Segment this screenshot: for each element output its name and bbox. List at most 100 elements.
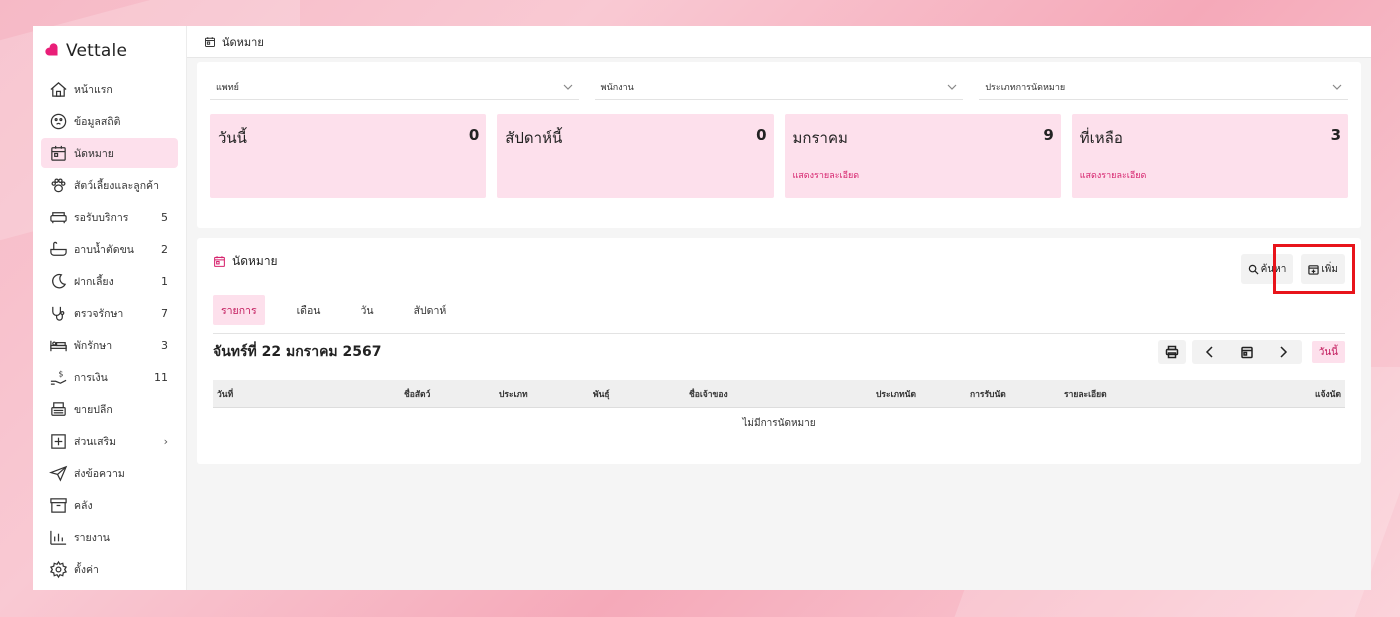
show-details-link[interactable]: แสดงรายละเอียด [1080, 168, 1341, 182]
sidebar-item-count: 7 [161, 306, 168, 320]
page-title: นัดหมาย [222, 35, 264, 49]
sidebar-item-13[interactable]: คลัง [41, 490, 178, 520]
sidebar-item-8[interactable]: พักรักษา 3 [41, 330, 178, 360]
register-icon [48, 399, 68, 419]
panel-title: นัดหมาย [213, 252, 1345, 271]
svg-text:$: $ [58, 369, 63, 378]
app-window: Vettale หน้าแรก ข้อมูลสถิติ นัดหมาย สัตว์เล… [33, 26, 1371, 590]
today-button[interactable]: วันนี้ [1311, 341, 1345, 363]
sidebar-item-label: รอรับบริการ [74, 211, 129, 224]
chart-icon [48, 527, 68, 547]
sidebar-item-3[interactable]: สัตว์เลี้ยงและลูกค้า [41, 170, 178, 200]
tab-day[interactable]: วัน [353, 295, 382, 325]
plus-box-icon [48, 431, 68, 451]
sidebar-item-1[interactable]: ข้อมูลสถิติ [41, 106, 178, 136]
sidebar-item-count: 11 [154, 370, 168, 384]
col-date[interactable]: วันที่ [217, 387, 233, 401]
sidebar-item-6[interactable]: ฝากเลี้ยง 1 [41, 266, 178, 296]
chevron-down-icon [563, 82, 573, 92]
sidebar-item-7[interactable]: ตรวจรักษา 7 [41, 298, 178, 328]
calendar-icon[interactable] [1240, 345, 1254, 359]
sidebar-item-label: ฝากเลี้ยง [74, 275, 114, 288]
sidebar-item-10[interactable]: ขายปลีก [41, 394, 178, 424]
appointment-type-select[interactable]: ประเภทการนัดหมาย [979, 74, 1349, 100]
col-type[interactable]: ประเภท [499, 387, 528, 401]
appointments-panel: นัดหมาย ค้นหา เพิ่ม รายการ เดือน วัน สัป… [197, 238, 1361, 464]
col-pet-name[interactable]: ชื่อสัตว์ [404, 387, 430, 401]
sidebar-item-label: นัดหมาย [74, 147, 114, 160]
sidebar-item-label: พักรักษา [74, 339, 113, 352]
sidebar-item-0[interactable]: หน้าแรก [41, 74, 178, 104]
sidebar-item-count: 3 [161, 338, 168, 352]
sidebar-item-count: 5 [161, 210, 168, 224]
show-details-link[interactable]: แสดงรายละเอียด [793, 168, 1054, 182]
sidebar-item-label: ตรวจรักษา [74, 307, 124, 320]
col-owner[interactable]: ชื่อเจ้าของ [689, 387, 728, 401]
sidebar-item-14[interactable]: รายงาน [41, 522, 178, 552]
calendar-icon [205, 36, 215, 47]
bathtub-icon [48, 239, 68, 259]
col-breed[interactable]: พันธุ์ [593, 387, 610, 401]
stat-card-week: สัปดาห์นี้ 0 [497, 114, 774, 198]
sidebar-item-12[interactable]: ส่งข้อความ [41, 458, 178, 488]
date-navigation [1191, 340, 1302, 364]
sidebar-item-label: ตั้งค่า [74, 563, 99, 576]
bed-icon [48, 335, 68, 355]
moon-icon [48, 271, 68, 291]
sidebar-item-label: สัตว์เลี้ยงและลูกค้า [74, 179, 159, 192]
doctor-select[interactable]: แพทย์ [210, 74, 579, 100]
sidebar: Vettale หน้าแรกข้อมูลสถิตินัดหมายสัตว์เล… [33, 26, 187, 590]
gear-icon [48, 559, 68, 579]
col-notify[interactable]: แจ้งนัด [1315, 387, 1341, 401]
brand-name: Vettale [66, 41, 128, 61]
brand[interactable]: Vettale [33, 38, 186, 64]
chevron-down-icon [1332, 82, 1342, 92]
sidebar-item-count: 2 [161, 242, 168, 256]
stat-value: 9 [1043, 126, 1054, 144]
sidebar-item-9[interactable]: $ การเงิน 11 [41, 362, 178, 392]
print-button[interactable] [1157, 340, 1186, 364]
filter-panel: แพทย์ พนักงาน ประเภทการนัดหมาย วันนี้0 [197, 62, 1361, 228]
sidebar-item-11[interactable]: ส่วนเสริม › [41, 426, 178, 456]
sidebar-item-5[interactable]: อาบน้ำตัดขน 2 [41, 234, 178, 264]
chevron-left-icon[interactable] [1203, 345, 1217, 359]
stat-value: 0 [756, 126, 767, 144]
heart-logo-icon [45, 43, 58, 56]
stat-card-today: วันนี้ 0 [210, 114, 487, 198]
chevron-right-icon[interactable] [1276, 345, 1290, 359]
main-area: นัดหมาย แพทย์ พนักงาน ประเภทการนัดหมาย ว… [187, 26, 1371, 590]
appointments-table: วันที่ ชื่อสัตว์ ประเภท พันธุ์ ชื่อเจ้าข… [213, 380, 1345, 431]
stat-card-remaining: ที่เหลือ 3 แสดงรายละเอียด [1071, 114, 1348, 198]
calendar-icon [48, 143, 68, 163]
archive-icon [48, 495, 68, 515]
sidebar-item-label: การเงิน [74, 371, 108, 384]
staff-select[interactable]: พนักงาน [594, 74, 964, 100]
stat-value: 0 [468, 126, 480, 144]
sidebar-item-label: รายงาน [74, 531, 110, 544]
col-appointment-type[interactable]: ประเภทนัด [876, 387, 916, 401]
sidebar-item-label: ขายปลีก [74, 403, 113, 416]
sidebar-item-label: อาบน้ำตัดขน [74, 243, 134, 256]
tab-week[interactable]: สัปดาห์ [406, 295, 455, 325]
tab-list[interactable]: รายการ [213, 295, 265, 325]
stethoscope-icon [48, 303, 68, 323]
stats-icon [48, 111, 68, 131]
highlight-box [1273, 244, 1355, 294]
money-hand-icon: $ [48, 367, 68, 387]
calendar-icon [214, 256, 225, 267]
col-details[interactable]: รายละเอียด [1064, 387, 1107, 401]
search-icon [1248, 264, 1259, 275]
table-header: วันที่ ชื่อสัตว์ ประเภท พันธุ์ ชื่อเจ้าข… [213, 380, 1345, 408]
tab-month[interactable]: เดือน [289, 295, 329, 325]
sidebar-item-label: หน้าแรก [74, 83, 113, 96]
sidebar-item-label: คลัง [74, 499, 93, 512]
current-date-title: จันทร์ที่ 22 มกราคม 2567 [213, 344, 382, 360]
empty-state: ไม่มีการนัดหมาย [742, 418, 816, 429]
col-confirmation[interactable]: การรับนัด [970, 387, 1006, 401]
chevron-right-icon: › [163, 434, 168, 448]
sidebar-item-2[interactable]: นัดหมาย [41, 138, 178, 168]
stat-card-month: มกราคม 9 แสดงรายละเอียด [784, 114, 1061, 198]
send-icon [48, 463, 68, 483]
sidebar-item-4[interactable]: รอรับบริการ 5 [41, 202, 178, 232]
sidebar-item-15[interactable]: ตั้งค่า [41, 554, 178, 584]
